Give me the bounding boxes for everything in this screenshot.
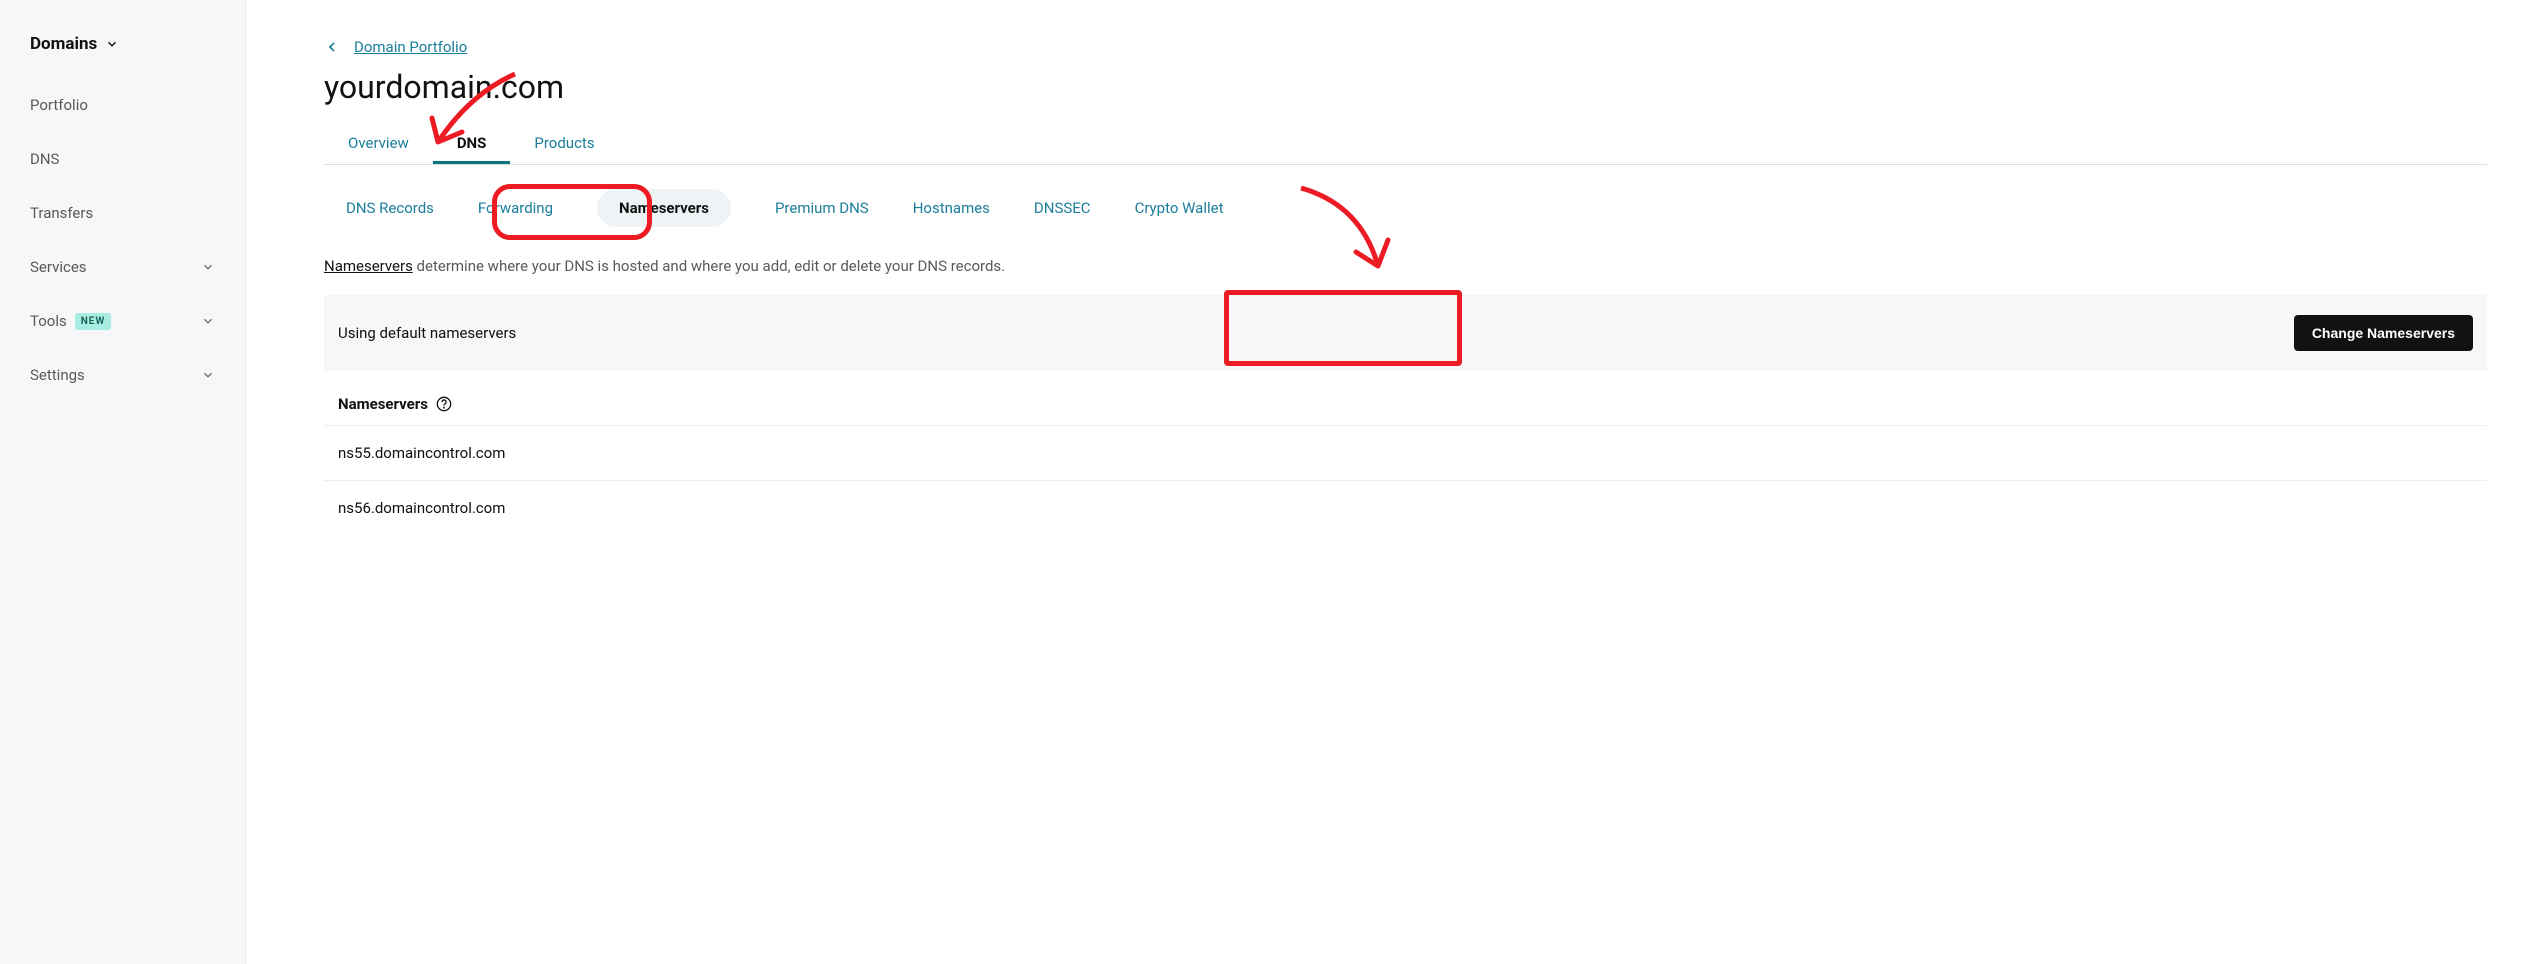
sidebar-header-domains[interactable]: Domains [0, 34, 245, 78]
subtab-hostnames[interactable]: Hostnames [913, 199, 990, 217]
main-content: Domain Portfolio yourdomain.com Overview… [246, 0, 2529, 964]
sidebar-item-label: Portfolio [30, 96, 88, 114]
sidebar-item-label: Tools [30, 312, 67, 330]
subtab-dns-records[interactable]: DNS Records [346, 199, 434, 217]
nameserver-status-panel: Using default nameservers Change Nameser… [324, 295, 2487, 371]
tab-products[interactable]: Products [510, 122, 618, 164]
sidebar-item-tools[interactable]: Tools NEW [0, 294, 245, 348]
subtab-crypto-wallet[interactable]: Crypto Wallet [1135, 199, 1224, 217]
breadcrumb-link[interactable]: Domain Portfolio [354, 38, 467, 56]
sub-tabs: DNS Records Forwarding Nameservers Premi… [324, 165, 2529, 251]
chevron-down-icon [201, 260, 215, 274]
section-title: Nameservers [338, 395, 428, 413]
sidebar-item-label: Settings [30, 366, 85, 384]
sidebar-item-label: Transfers [30, 204, 93, 222]
chevron-down-icon [201, 314, 215, 328]
new-badge: NEW [75, 313, 112, 330]
description-link[interactable]: Nameservers [324, 257, 413, 275]
breadcrumb: Domain Portfolio [324, 38, 2529, 56]
sidebar-item-portfolio[interactable]: Portfolio [0, 78, 245, 132]
sidebar-header-label: Domains [30, 34, 97, 54]
tab-overview[interactable]: Overview [324, 122, 433, 164]
sidebar: Domains Portfolio DNS Transfers Services… [0, 0, 246, 964]
subtab-forwarding[interactable]: Forwarding [478, 199, 553, 217]
nameservers-section-header: Nameservers [324, 371, 2487, 425]
subtab-nameservers[interactable]: Nameservers [597, 189, 731, 227]
tab-dns[interactable]: DNS [433, 122, 511, 164]
chevron-down-icon [201, 368, 215, 382]
sidebar-item-settings[interactable]: Settings [0, 348, 245, 402]
status-text: Using default nameservers [338, 324, 516, 342]
subtab-premium-dns[interactable]: Premium DNS [775, 199, 869, 217]
chevron-left-icon[interactable] [324, 39, 340, 55]
sidebar-item-services[interactable]: Services [0, 240, 245, 294]
sidebar-item-label: DNS [30, 150, 59, 168]
page-title: yourdomain.com [324, 68, 2529, 106]
sidebar-item-label: Services [30, 258, 87, 276]
sidebar-item-dns[interactable]: DNS [0, 132, 245, 186]
nameserver-row: ns56.domaincontrol.com [324, 480, 2487, 535]
main-tabs: Overview DNS Products [324, 122, 2487, 165]
nameserver-row: ns55.domaincontrol.com [324, 425, 2487, 480]
change-nameservers-button[interactable]: Change Nameservers [2294, 315, 2473, 351]
chevron-down-icon [105, 37, 119, 51]
description-rest: determine where your DNS is hosted and w… [413, 257, 1005, 275]
help-icon[interactable] [436, 396, 452, 412]
subtab-dnssec[interactable]: DNSSEC [1034, 199, 1091, 217]
sidebar-item-transfers[interactable]: Transfers [0, 186, 245, 240]
nameservers-description: Nameservers determine where your DNS is … [324, 257, 2487, 275]
